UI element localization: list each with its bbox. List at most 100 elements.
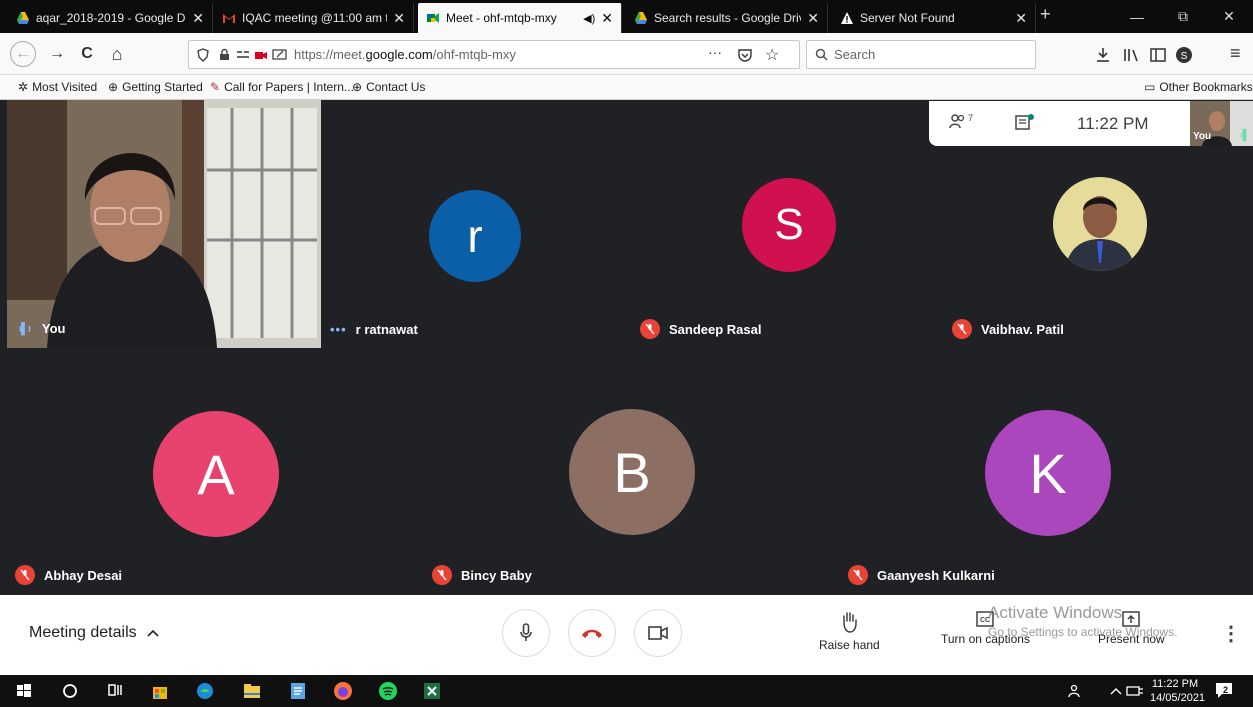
download-icon[interactable] xyxy=(1096,47,1110,63)
self-preview-thumbnail[interactable]: You ı▌ xyxy=(1190,101,1253,146)
menu-icon[interactable]: ≡ xyxy=(1230,43,1241,64)
folder-icon: ▭ xyxy=(1144,80,1156,94)
camera-sharing-icon[interactable] xyxy=(254,49,268,61)
gear-icon: ✲ xyxy=(18,80,29,94)
clock-time: 11:22 PM xyxy=(1151,678,1199,690)
meeting-details-button[interactable]: Meeting details xyxy=(29,624,159,642)
url-domain: google.com xyxy=(365,47,433,62)
meeting-controls-bar: Meeting details Raise hand CC Turn on ca… xyxy=(0,595,1253,675)
file-explorer-icon[interactable] xyxy=(240,679,264,703)
chat-icon[interactable] xyxy=(1015,114,1035,132)
url-bar[interactable]: https://meet. google.com/ohf-mtqb-mxy ···… xyxy=(188,40,800,69)
pocket-icon[interactable] xyxy=(737,47,753,63)
bookmark-label: Contact Us xyxy=(366,80,426,94)
bookmark-most-visited[interactable]: ✲ Most Visited xyxy=(18,80,97,94)
self-video-tile[interactable]: ı▌ı You xyxy=(7,100,321,348)
notification-count: 2 xyxy=(1223,685,1229,695)
firefox-icon[interactable] xyxy=(331,679,355,703)
edge-icon[interactable] xyxy=(193,679,217,703)
bookmark-call-for-papers[interactable]: ✎ Call for Papers | Intern... xyxy=(210,80,354,94)
globe-icon: ⊕ xyxy=(352,80,363,94)
participant-name: Vaibhav. Patil xyxy=(981,321,1064,337)
participants-button[interactable]: 7 xyxy=(949,113,973,129)
reload-button[interactable]: C xyxy=(74,41,100,67)
close-icon[interactable]: ✕ xyxy=(1015,10,1027,27)
microphone-button[interactable] xyxy=(502,609,550,657)
drive-icon xyxy=(17,12,29,24)
minimize-button[interactable]: — xyxy=(1114,0,1160,33)
new-tab-button[interactable]: + xyxy=(1040,4,1051,25)
participant-nameplate: Abhay Desai xyxy=(15,565,122,585)
tab-drive-aqar[interactable]: aqar_2018-2019 - Google Drive ✕ xyxy=(8,3,213,33)
restore-button[interactable]: ⧉ xyxy=(1160,0,1206,33)
library-icon[interactable] xyxy=(1123,48,1139,62)
tab-meet[interactable]: Meet - ohf-mtqb-mxy ◀) ✕ xyxy=(418,3,622,33)
close-icon[interactable]: ✕ xyxy=(601,10,613,27)
lock-icon xyxy=(220,48,229,60)
participant-name: Gaanyesh Kulkarni xyxy=(877,567,995,583)
autoplay-icon[interactable] xyxy=(272,48,288,62)
search-icon[interactable] xyxy=(58,679,82,703)
people-icon[interactable] xyxy=(1068,684,1084,698)
activate-windows-title: Activate Windows xyxy=(988,603,1123,622)
participant-count: 7 xyxy=(968,113,974,123)
chevron-up-icon xyxy=(147,629,159,637)
avatar-photo xyxy=(1053,177,1147,271)
notification-center-button[interactable]: 2 xyxy=(1214,681,1236,701)
hang-up-icon xyxy=(582,629,602,638)
people-icon xyxy=(949,114,965,129)
spotify-icon[interactable] xyxy=(376,679,400,703)
back-button[interactable]: ← xyxy=(10,41,36,67)
mic-off-icon xyxy=(848,565,868,585)
bookmarks-toolbar: ✲ Most Visited ⊕ Getting Started ✎ Call for… xyxy=(0,75,1253,100)
excel-icon[interactable] xyxy=(420,679,444,703)
page-actions-button[interactable]: ··· xyxy=(708,44,722,60)
task-view-icon[interactable] xyxy=(103,679,127,703)
close-icon[interactable]: ✕ xyxy=(393,10,405,27)
avatar: K xyxy=(985,410,1111,536)
close-icon[interactable]: ✕ xyxy=(192,10,204,27)
close-icon[interactable]: ✕ xyxy=(807,10,819,27)
permissions-icon[interactable] xyxy=(236,49,250,61)
avatar: B xyxy=(569,409,695,535)
chevron-up-icon[interactable] xyxy=(1110,687,1122,695)
search-placeholder: Search xyxy=(834,47,876,62)
clock-date: 14/05/2021 xyxy=(1150,692,1206,704)
meet-icon xyxy=(427,13,439,23)
warning-icon xyxy=(841,12,853,24)
navigation-toolbar: ← → C ⌂ https://meet. google.com/ohf-mtqb… xyxy=(0,33,1253,75)
notepad-icon[interactable] xyxy=(286,679,310,703)
leave-call-button[interactable] xyxy=(568,609,616,657)
shield-icon xyxy=(197,47,209,62)
tab-drive-search[interactable]: Search results - Google Drive ✕ xyxy=(626,3,828,33)
meeting-details-label: Meeting details xyxy=(29,624,137,641)
camera-button[interactable] xyxy=(634,609,682,657)
bookmark-contact-us[interactable]: ⊕ Contact Us xyxy=(352,80,425,94)
speaker-icon[interactable]: ◀) xyxy=(583,12,595,25)
account-icon[interactable]: S xyxy=(1175,46,1193,64)
meeting-info-bar: 7 11:22 PM xyxy=(929,101,1190,146)
mic-off-icon xyxy=(640,319,660,339)
other-bookmarks[interactable]: ▭ Other Bookmarks xyxy=(1144,80,1253,94)
bookmark-getting-started[interactable]: ⊕ Getting Started xyxy=(108,80,203,94)
participant-name: Bincy Baby xyxy=(461,567,532,583)
more-options-button[interactable]: ⋮ xyxy=(1221,621,1241,646)
bookmark-star-icon[interactable]: ☆ xyxy=(765,45,779,65)
drive-icon xyxy=(635,12,647,24)
windows-start-icon[interactable] xyxy=(12,679,36,703)
forward-button[interactable]: → xyxy=(44,41,70,67)
network-icon[interactable] xyxy=(1126,683,1144,699)
sidebar-icon[interactable] xyxy=(1150,48,1166,62)
search-field[interactable]: Search xyxy=(806,40,1036,69)
tab-title: IQAC meeting @11:00 am tom xyxy=(242,11,387,25)
tab-gmail-iqac[interactable]: IQAC meeting @11:00 am tom ✕ xyxy=(214,3,414,33)
home-button[interactable]: ⌂ xyxy=(104,41,130,67)
self-nameplate: ı▌ı You xyxy=(19,321,66,336)
meet-video-grid: ı▌ı You r ••• r ratnawat S Sandeep Rasal… xyxy=(0,100,1253,595)
tab-title: Search results - Google Drive xyxy=(654,11,802,25)
tab-server-not-found[interactable]: Server Not Found ✕ xyxy=(832,3,1036,33)
system-clock[interactable]: 11:22 PM 14/05/2021 xyxy=(1150,677,1206,705)
raise-hand-button[interactable]: Raise hand xyxy=(819,611,880,652)
store-icon[interactable] xyxy=(148,679,172,703)
window-close-button[interactable]: ✕ xyxy=(1206,0,1252,33)
